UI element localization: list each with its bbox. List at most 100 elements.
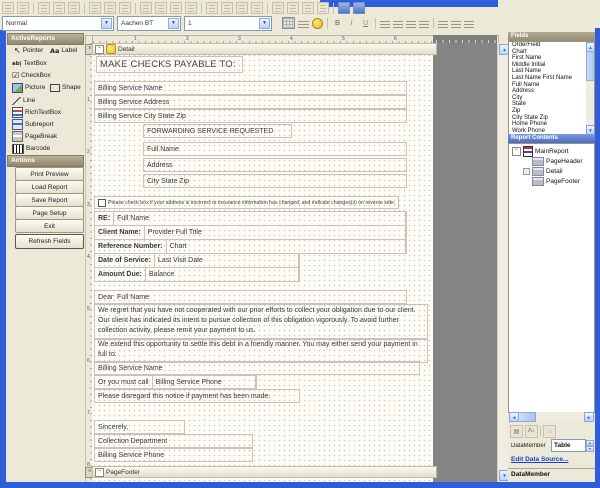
decrease-hspace-icon[interactable]	[236, 2, 248, 14]
text-align-center-icon[interactable]	[393, 19, 403, 28]
field-list-item[interactable]: Last Name	[509, 68, 594, 75]
row-client-name[interactable]: Client Name: Provider Full Title	[94, 225, 407, 240]
chevron-down-icon[interactable]: ▼	[101, 18, 112, 29]
print-preview-button[interactable]: Print Preview	[15, 167, 84, 181]
same-height-icon[interactable]	[170, 2, 182, 14]
field-city-state-zip[interactable]: City State Zip	[143, 174, 407, 188]
label-forwarding-service[interactable]: FORWARDING SERVICE REQUESTED	[143, 124, 292, 138]
categorized-icon[interactable]: ▤	[510, 425, 523, 438]
same-size-icon[interactable]	[185, 2, 197, 14]
tree-item-mainreport[interactable]: − MainReport	[512, 147, 569, 156]
field-list-item[interactable]: Last Name First Name	[509, 75, 594, 82]
refresh-fields-button[interactable]: Refresh Fields	[15, 234, 84, 249]
edit-data-source-link[interactable]: Edit Data Source...	[511, 456, 568, 463]
tool-checkbox[interactable]: ☑ CheckBox	[12, 70, 51, 81]
align-center-icon[interactable]	[53, 2, 65, 14]
row-or-you-must-call[interactable]: Or you must call Billing Service Phone	[94, 375, 257, 389]
property-pages-icon[interactable]: ▭	[543, 425, 556, 438]
save-report-button[interactable]: Save Report	[15, 193, 84, 207]
scroll-right-icon[interactable]: ►	[584, 412, 594, 422]
center-in-form-icon[interactable]	[338, 2, 350, 14]
alphabetical-sort-icon[interactable]: A↓	[525, 425, 538, 438]
tree-item-pageheader[interactable]: PageHeader	[532, 157, 583, 166]
align-middle-icon[interactable]	[104, 2, 116, 14]
spin-down-icon[interactable]: ▼	[586, 446, 594, 452]
field-billing-service-phone[interactable]: Billing Service Phone	[94, 448, 253, 462]
align-right-icon[interactable]	[68, 2, 80, 14]
fields-scrollbar[interactable]: ▲ ▼	[586, 42, 594, 135]
tool-subreport[interactable]: Subreport	[12, 119, 54, 130]
field-list-item[interactable]: City	[509, 95, 594, 102]
field-billing-service-name[interactable]: Billing Service Name	[94, 81, 407, 95]
detail-section-bar[interactable]: − Detail	[92, 43, 437, 55]
load-report-button[interactable]: Load Report	[15, 180, 84, 194]
toolbox-header[interactable]: ActiveReports	[7, 33, 84, 45]
style-combo[interactable]: Normal ▼	[2, 16, 114, 31]
chevron-down-icon[interactable]: ▼	[259, 18, 270, 29]
size-to-grid-icon[interactable]	[140, 2, 152, 14]
tool-picture[interactable]: Picture	[12, 82, 45, 93]
text-align-right-icon[interactable]	[406, 19, 416, 28]
datamember-property-row[interactable]: DataMember Table ▲ ▼	[509, 439, 594, 452]
field-list-item[interactable]: City State Zip	[509, 115, 594, 122]
collapse-icon[interactable]: −	[95, 45, 104, 54]
field-billing-service-address[interactable]: Billing Service Address	[94, 95, 407, 109]
remove-vspace-icon[interactable]	[317, 2, 329, 14]
grid-icon[interactable]	[282, 17, 295, 29]
tree-item-detail[interactable]: Detail	[523, 167, 563, 176]
send-to-back-icon[interactable]	[17, 2, 29, 14]
label-sincerely[interactable]: Sincerely,	[94, 420, 185, 434]
label-collection-department[interactable]: Collection Department	[94, 434, 253, 448]
align-bottom-icon[interactable]	[119, 2, 131, 14]
horiz-spacing-icon[interactable]	[206, 2, 218, 14]
label-disregard-notice[interactable]: Please disregard this notice if payment …	[94, 389, 300, 403]
datamember-value-field[interactable]: Table	[551, 439, 586, 452]
label-dear[interactable]: Dear Full Name	[94, 290, 407, 304]
field-list-item[interactable]: OrderField	[509, 42, 594, 49]
field-address[interactable]: Address	[143, 158, 407, 172]
field-list-item[interactable]: Full Name	[509, 82, 594, 89]
align-left-icon[interactable]	[38, 2, 50, 14]
decrease-vspace-icon[interactable]	[302, 2, 314, 14]
field-list-item[interactable]: Home Phone	[509, 121, 594, 128]
tool-line[interactable]: Line	[12, 95, 35, 106]
tool-textbox[interactable]: ab| TextBox	[12, 58, 47, 69]
row-date-of-service[interactable]: Date of Service: Last Visit Date	[94, 253, 300, 268]
field-list-item[interactable]: Address	[509, 88, 594, 95]
value-spinner[interactable]: ▲ ▼	[586, 440, 594, 451]
underline-button[interactable]: U	[360, 17, 371, 29]
exit-button[interactable]: Exit	[15, 219, 84, 233]
increase-indent-icon[interactable]	[464, 19, 474, 28]
align-top-icon[interactable]	[89, 2, 101, 14]
checkbox-icon[interactable]	[98, 199, 106, 207]
pagefooter-section-bar[interactable]: − PageFooter	[92, 466, 437, 478]
italic-button[interactable]: I	[346, 17, 357, 29]
page-setup-button[interactable]: Page Setup	[15, 206, 84, 220]
font-combo[interactable]: Aachen BT ▼	[117, 16, 181, 31]
bold-button[interactable]: B	[332, 17, 343, 29]
tree-item-pagefooter[interactable]: PageFooter	[532, 177, 580, 186]
same-width-icon[interactable]	[155, 2, 167, 14]
decrease-indent-icon[interactable]	[451, 19, 461, 28]
tool-shape[interactable]: Shape	[50, 82, 81, 93]
tool-richtextbox[interactable]: RichTextBox	[12, 107, 61, 118]
field-billing-service-csz[interactable]: Billing Service City State Zip	[94, 109, 407, 123]
tool-label[interactable]: Aa Label	[50, 45, 77, 56]
vert-spacing-icon[interactable]	[272, 2, 284, 14]
scroll-thumb[interactable]	[586, 51, 595, 81]
actions-header[interactable]: Actions	[7, 155, 84, 167]
field-billing-service-name-2[interactable]: Billing Service Name	[94, 361, 420, 375]
text-align-justify-icon[interactable]	[419, 19, 429, 28]
tool-pointer[interactable]: ↖ Pointer	[14, 45, 43, 56]
paragraph-regret[interactable]: We regret that you have not cooperated w…	[94, 304, 428, 340]
label-make-checks[interactable]: MAKE CHECKS PAYABLE TO:	[96, 56, 243, 73]
tree-hscrollbar[interactable]: ◄ ►	[509, 412, 594, 422]
chevron-down-icon[interactable]: ▼	[168, 18, 179, 29]
remove-hspace-icon[interactable]	[251, 2, 263, 14]
bring-to-front-icon[interactable]	[2, 2, 14, 14]
paragraph-settle[interactable]: We extend this opportunity to settle thi…	[94, 338, 428, 363]
field-list-item[interactable]: Chart	[509, 49, 594, 56]
tool-pagebreak[interactable]: PageBreak	[12, 131, 57, 142]
collapse-icon[interactable]: −	[512, 147, 521, 156]
row-reference-number[interactable]: Reference Number: Chart	[94, 239, 407, 254]
